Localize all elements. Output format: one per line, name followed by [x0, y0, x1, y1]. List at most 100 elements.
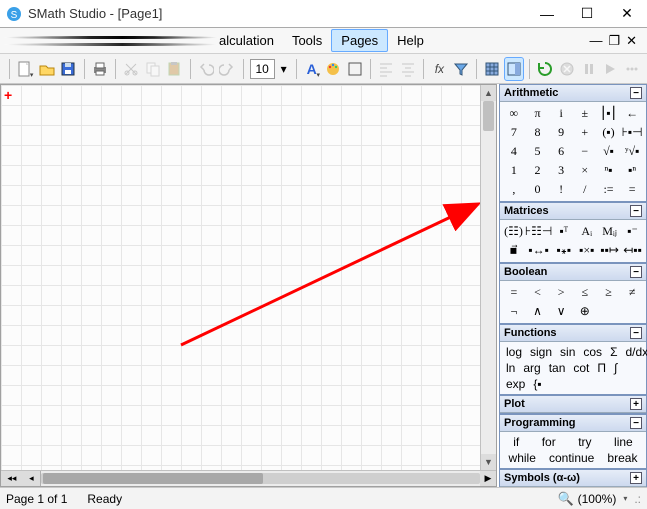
toggle-panels-button[interactable] — [505, 58, 524, 80]
scroll-up-button[interactable]: ▲ — [481, 85, 496, 101]
palette-button[interactable]: ∨ — [549, 302, 573, 321]
paste-button[interactable] — [165, 58, 184, 80]
palette-button[interactable]: ln — [502, 360, 519, 376]
palette-button[interactable]: = — [502, 283, 526, 302]
palette-button[interactable]: i — [549, 104, 573, 123]
palette-button[interactable]: cot — [569, 360, 593, 376]
palette-button[interactable]: π — [526, 104, 550, 123]
font-size-select[interactable]: 10 — [250, 59, 275, 79]
palette-button[interactable]: √▪ — [597, 142, 621, 161]
palette-button[interactable]: 4 — [502, 142, 526, 161]
palette-button[interactable]: ▪ᵀ — [552, 222, 575, 241]
print-button[interactable] — [90, 58, 109, 80]
menu-tools[interactable]: Tools — [283, 30, 331, 51]
zoom-value[interactable]: (100%) — [578, 492, 617, 506]
align-left-button[interactable] — [377, 58, 396, 80]
zoom-icon[interactable]: 🔍 — [557, 491, 573, 507]
palette-button[interactable]: if — [510, 435, 522, 449]
palette-button[interactable]: ▪▪↦ — [598, 241, 621, 260]
palette-button[interactable]: ▪×▪ — [575, 241, 598, 260]
palette-button[interactable]: ≠ — [620, 283, 644, 302]
palette-button[interactable]: break — [604, 451, 640, 465]
palette-button[interactable]: exp — [502, 376, 529, 392]
palette-button[interactable]: try — [575, 435, 594, 449]
palette-button[interactable]: tan — [545, 360, 570, 376]
palette-button[interactable]: 5 — [526, 142, 550, 161]
palette-button[interactable]: ⊦☷⊣ — [525, 222, 552, 241]
palette-button[interactable]: ≥ — [597, 283, 621, 302]
palette-button[interactable]: sign — [526, 344, 556, 360]
palette-button[interactable]: 1 — [502, 161, 526, 180]
panel-collapse-button[interactable]: − — [630, 327, 642, 339]
palette-button[interactable]: continue — [546, 451, 597, 465]
palette-button[interactable]: ← — [620, 104, 644, 123]
palette-button[interactable]: ʸ√▪ — [620, 142, 644, 161]
palette-button[interactable]: ≤ — [573, 283, 597, 302]
palette-button[interactable]: ↤▪▪ — [621, 241, 644, 260]
palette-button[interactable]: log — [502, 344, 526, 360]
horizontal-scrollbar[interactable]: ◂◂◂ ▶ — [1, 470, 496, 486]
palette-button[interactable]: ∧ — [526, 302, 550, 321]
palette-button[interactable]: − — [573, 142, 597, 161]
palette-button[interactable]: (▪) — [597, 123, 621, 142]
filter-button[interactable] — [452, 58, 471, 80]
toggle-grid-button[interactable] — [483, 58, 502, 80]
palette-button[interactable]: ! — [549, 180, 573, 199]
palette-button[interactable]: arg — [519, 360, 544, 376]
palette-button[interactable]: ▪⃗ — [502, 241, 525, 260]
vscroll-thumb[interactable] — [483, 101, 494, 131]
palette-button[interactable]: ⁿ▪ — [597, 161, 621, 180]
panel-expand-button[interactable]: + — [630, 472, 642, 484]
palette-button[interactable]: 6 — [549, 142, 573, 161]
options-button[interactable] — [623, 58, 642, 80]
worksheet-canvas[interactable]: + ▲ ▼ ◂◂◂ ▶ — [0, 84, 497, 487]
panel-collapse-button[interactable]: − — [630, 266, 642, 278]
font-size-dropdown[interactable]: ▾ — [278, 58, 290, 80]
zoom-dropdown[interactable]: ▾ — [620, 494, 630, 503]
palette-button[interactable]: × — [573, 161, 597, 180]
palette-button[interactable]: , — [502, 180, 526, 199]
doc-close-button[interactable]: ✕ — [626, 33, 637, 49]
palette-button[interactable]: ▪↔▪ — [525, 241, 552, 260]
palette-button[interactable]: ∞ — [502, 104, 526, 123]
save-button[interactable] — [59, 58, 78, 80]
palette-button[interactable]: < — [526, 283, 550, 302]
doc-restore-button[interactable]: ❐ — [608, 33, 620, 49]
palette-button[interactable]: Aᵢ — [575, 222, 598, 241]
palette-button[interactable]: / — [573, 180, 597, 199]
align-center-button[interactable] — [399, 58, 418, 80]
doc-minimize-button[interactable]: — — [589, 33, 602, 49]
palette-button[interactable]: {▪ — [529, 376, 545, 392]
palette-button[interactable]: line — [611, 435, 636, 449]
palette-button[interactable]: 3 — [549, 161, 573, 180]
play-button[interactable] — [601, 58, 620, 80]
cut-button[interactable] — [122, 58, 141, 80]
palette-button[interactable]: while — [506, 451, 539, 465]
minimize-button[interactable]: — — [527, 0, 567, 28]
scroll-down-button[interactable]: ▼ — [481, 454, 496, 470]
copy-button[interactable] — [144, 58, 163, 80]
panel-expand-button[interactable]: + — [630, 398, 642, 410]
panel-collapse-button[interactable]: − — [630, 205, 642, 217]
palette-button[interactable]: 8 — [526, 123, 550, 142]
palette-button[interactable]: ▪ⁿ — [620, 161, 644, 180]
palette-button[interactable]: ▪꘎▪ — [552, 241, 575, 260]
vertical-scrollbar[interactable]: ▲ ▼ — [480, 85, 496, 470]
palette-button[interactable]: sin — [556, 344, 579, 360]
panel-collapse-button[interactable]: − — [630, 417, 642, 429]
redo-button[interactable] — [218, 58, 237, 80]
palette-button[interactable]: for — [539, 435, 559, 449]
scroll-right-button[interactable]: ▶ — [480, 471, 496, 486]
palette-button[interactable]: 0 — [526, 180, 550, 199]
sheet-tab-controls[interactable]: ◂◂◂ — [1, 471, 41, 486]
hscroll-thumb[interactable] — [43, 473, 263, 484]
new-button[interactable]: ▾ — [16, 58, 35, 80]
palette-button[interactable]: + — [573, 123, 597, 142]
menu-help[interactable]: Help — [388, 30, 433, 51]
text-color-button[interactable]: A▾ — [302, 58, 321, 80]
palette-button[interactable]: ⊦▪⊣ — [620, 123, 644, 142]
palette-button[interactable]: Σ — [606, 344, 621, 360]
undo-button[interactable] — [197, 58, 216, 80]
panel-collapse-button[interactable]: − — [630, 87, 642, 99]
recalculate-button[interactable] — [536, 58, 555, 80]
